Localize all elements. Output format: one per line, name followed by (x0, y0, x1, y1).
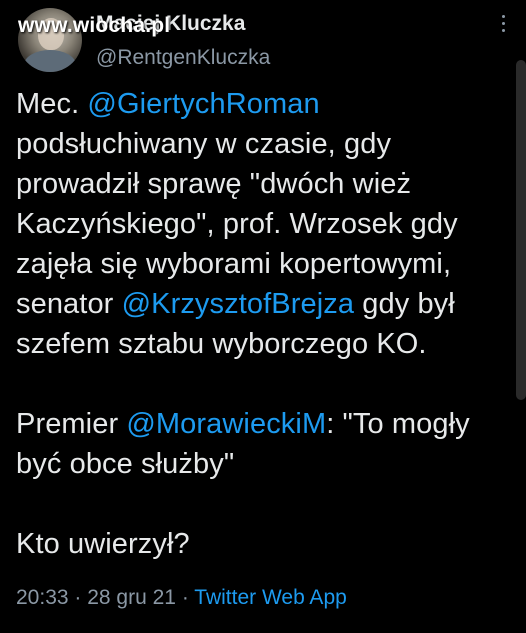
more-options-button[interactable] (494, 8, 512, 38)
avatar-shirt (24, 50, 76, 72)
more-vertical-icon-dot (501, 28, 505, 32)
tweet-time[interactable]: 20:33 (16, 586, 69, 609)
tweet-text-segment: Mec. (16, 88, 88, 120)
tweet-paragraph: Kto uwierzył? (16, 528, 190, 560)
tweet-meta: 20:33 · 28 gru 21 · Twitter Web App (16, 586, 347, 610)
separator: · (175, 586, 195, 609)
author-handle[interactable]: @RentgenKluczka (96, 46, 270, 70)
tweet-text-segment: Premier (16, 408, 127, 440)
tweet-text: Mec. @GiertychRoman podsłuchiwany w czas… (16, 84, 508, 564)
tweet-card: www.wiocha.pl Maciej Kluczka @RentgenKlu… (0, 0, 526, 633)
more-vertical-icon (501, 14, 505, 18)
more-vertical-icon-dot (501, 21, 505, 25)
source-app-link[interactable]: Twitter Web App (194, 586, 347, 609)
mention-link[interactable]: @MorawieckiM (126, 408, 326, 440)
tweet-date[interactable]: 28 gru 21 (87, 586, 176, 609)
separator: · (68, 586, 88, 609)
tweet-paragraph: Premier @MorawieckiM: "To mogły być obce… (16, 404, 508, 484)
mention-link[interactable]: @GiertychRoman (87, 88, 319, 120)
scrollbar[interactable] (516, 60, 526, 400)
tweet-paragraph: Mec. @GiertychRoman podsłuchiwany w czas… (16, 84, 508, 364)
mention-link[interactable]: @KrzysztofBrejza (122, 288, 354, 320)
watermark: www.wiocha.pl (18, 14, 171, 37)
